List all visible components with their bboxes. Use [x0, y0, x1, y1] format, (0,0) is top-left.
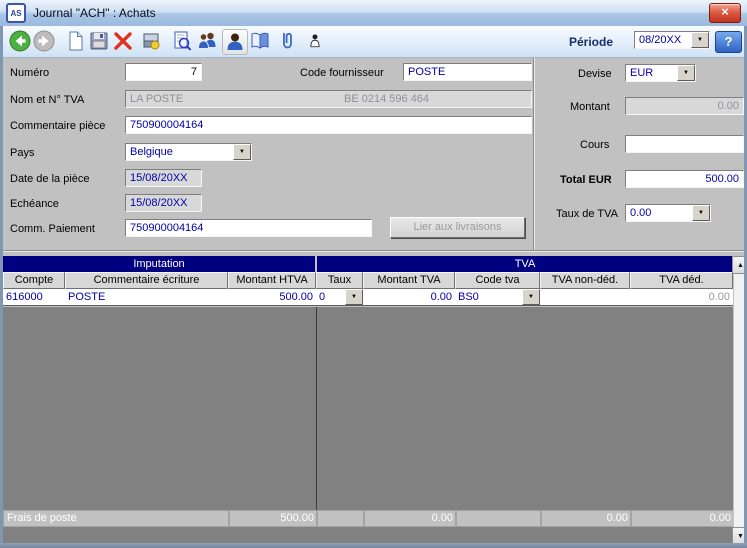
app-icon: AS — [6, 3, 26, 23]
window-title: Journal "ACH" : Achats — [33, 6, 156, 20]
close-button[interactable]: × — [709, 3, 741, 23]
footer-tva-non-ded: 0.00 — [540, 510, 632, 527]
table-body[interactable] — [3, 307, 733, 510]
window-border-left — [0, 26, 3, 543]
cell-montant-htva[interactable]: 500.00 — [228, 289, 317, 306]
help-button[interactable]: ? — [715, 31, 742, 53]
person-icon[interactable] — [303, 29, 327, 53]
date-piece-label: Date de la pièce — [10, 173, 90, 185]
nom-tva-field: LA POSTE BE 0214 596 464 — [125, 90, 532, 108]
cell-commentaire[interactable]: POSTE — [65, 289, 229, 306]
chevron-down-icon[interactable]: ▼ — [691, 32, 709, 48]
taux-tva-dropdown[interactable]: 0.00 ▼ — [625, 204, 711, 222]
echeance-label: Echéance — [10, 198, 59, 210]
group-header-tva: TVA — [317, 256, 733, 272]
col-header-commentaire: Commentaire écriture — [65, 272, 228, 289]
delete-icon[interactable] — [111, 29, 135, 53]
back-icon[interactable] — [8, 29, 32, 53]
devise-label: Devise — [578, 68, 612, 80]
total-eur-label: Total EUR — [560, 174, 612, 186]
devise-value: EUR — [630, 67, 654, 79]
chevron-down-icon[interactable]: ▼ — [345, 289, 363, 305]
new-document-icon[interactable] — [63, 29, 87, 53]
date-piece-field[interactable]: 15/08/20XX — [125, 169, 202, 187]
chevron-down-icon[interactable]: ▼ — [677, 65, 695, 81]
toolbar: Période 08/20XX ▼ ? — [3, 26, 744, 58]
commentaire-piece-field[interactable]: 750900004164 — [125, 116, 532, 134]
window-border-bottom — [0, 543, 747, 548]
periode-value: 08/20XX — [639, 34, 682, 46]
contacts-icon[interactable] — [195, 29, 219, 53]
cell-tva-ded: 0.00 — [630, 289, 734, 306]
footer-tva-ded: 0.00 — [630, 510, 735, 527]
numero-label: Numéro — [10, 67, 50, 79]
form-table-divider — [0, 250, 747, 252]
pays-label: Pays — [10, 147, 35, 159]
cell-compte[interactable]: 616000 — [3, 289, 66, 306]
footer-code-tva — [455, 510, 542, 527]
chevron-down-icon[interactable]: ▼ — [522, 289, 540, 305]
pays-dropdown[interactable]: Belgique ▼ — [125, 143, 252, 161]
user-icon[interactable] — [222, 29, 248, 55]
taux-tva-label: Taux de TVA — [556, 208, 618, 220]
table-section-divider — [316, 307, 317, 526]
cell-code-tva-dropdown[interactable]: BS0 ▼ — [455, 289, 541, 306]
nom-value: LA POSTE — [130, 93, 184, 105]
code-fournisseur-field[interactable]: POSTE — [403, 63, 532, 81]
cours-field[interactable] — [625, 135, 744, 153]
chevron-down-icon[interactable]: ▼ — [692, 205, 710, 221]
col-header-tva-non-ded: TVA non-déd. — [540, 272, 630, 289]
save-icon[interactable] — [87, 29, 111, 53]
tva-number-value: BE 0214 596 464 — [344, 93, 430, 105]
footer-montant-htva: 500.00 — [228, 510, 318, 527]
cell-tva-non-ded[interactable] — [540, 289, 631, 306]
pays-value: Belgique — [130, 146, 173, 158]
print-preview-icon[interactable] — [170, 29, 194, 53]
total-eur-field[interactable]: 500.00 — [625, 170, 744, 188]
col-header-code-tva: Code tva — [455, 272, 540, 289]
footer-label: Frais de poste — [3, 510, 230, 527]
taux-value: 0 — [319, 291, 326, 303]
footer-montant-tva: 0.00 — [363, 510, 457, 527]
journal-book-icon[interactable] — [248, 29, 272, 53]
cell-taux-dropdown[interactable]: 0 ▼ — [316, 289, 364, 306]
cell-montant-tva[interactable]: 0.00 — [363, 289, 456, 306]
payment-icon[interactable] — [139, 29, 163, 53]
taux-tva-value: 0.00 — [630, 207, 652, 219]
periode-label: Période — [569, 35, 614, 49]
col-header-tva-ded: TVA déd. — [630, 272, 733, 289]
form-vertical-divider — [533, 58, 535, 250]
footer-taux — [316, 510, 365, 527]
col-header-taux: Taux — [316, 272, 363, 289]
commentaire-piece-label: Commentaire pièce — [10, 120, 106, 132]
forward-icon[interactable] — [32, 29, 56, 53]
group-header-imputation: Imputation — [3, 256, 315, 272]
code-tva-value: BS0 — [458, 291, 479, 303]
bottom-strip — [3, 526, 733, 544]
col-header-compte: Compte — [3, 272, 65, 289]
montant-field: 0.00 — [625, 97, 744, 115]
echeance-field[interactable]: 15/08/20XX — [125, 194, 202, 212]
title-bar: AS Journal "ACH" : Achats × — [0, 0, 747, 27]
comm-paiement-field[interactable]: 750900004164 — [125, 219, 372, 237]
code-fournisseur-label: Code fournisseur — [300, 67, 384, 79]
comm-paiement-label: Comm. Paiement — [10, 223, 95, 235]
devise-dropdown[interactable]: EUR ▼ — [625, 64, 696, 82]
col-header-montant-tva: Montant TVA — [363, 272, 455, 289]
montant-label: Montant — [570, 101, 610, 113]
app-window: AS Journal "ACH" : Achats × Période 08/2… — [0, 0, 747, 548]
lier-livraisons-button[interactable]: Lier aux livraisons — [390, 217, 525, 238]
cours-label: Cours — [580, 139, 610, 151]
attachment-icon[interactable] — [274, 29, 298, 53]
col-header-montant-htva: Montant HTVA — [228, 272, 316, 289]
nom-tva-label: Nom et N° TVA — [10, 94, 85, 106]
chevron-down-icon[interactable]: ▼ — [233, 144, 251, 160]
numero-field[interactable]: 7 — [125, 63, 202, 81]
periode-dropdown[interactable]: 08/20XX ▼ — [634, 31, 710, 49]
